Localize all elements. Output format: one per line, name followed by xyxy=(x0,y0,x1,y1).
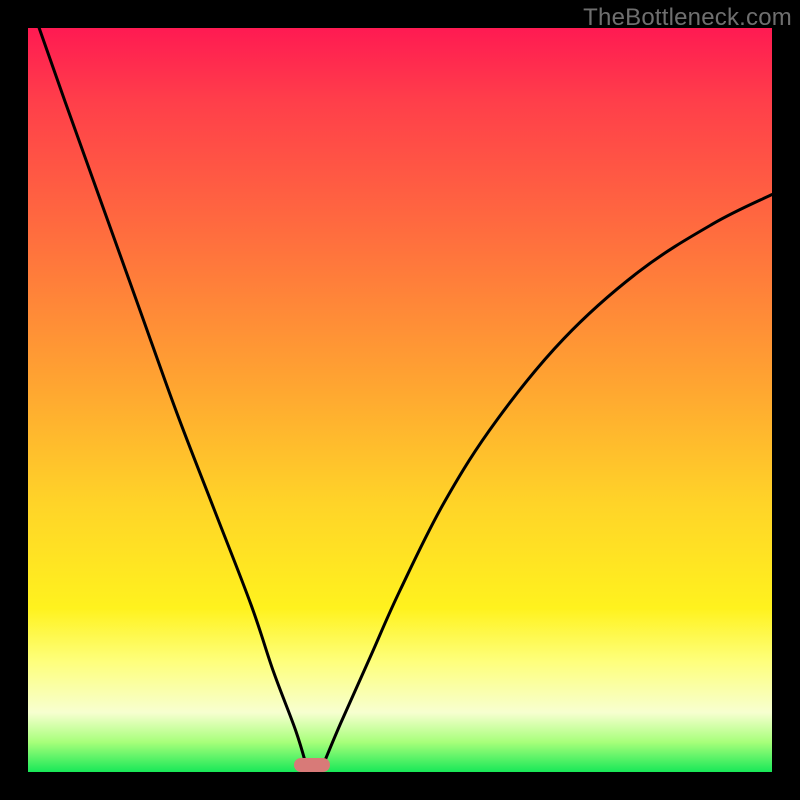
curve-layer xyxy=(28,28,772,772)
plot-area xyxy=(28,28,772,772)
curve-right-branch xyxy=(322,195,772,769)
minimum-marker xyxy=(294,758,330,772)
chart-frame: TheBottleneck.com xyxy=(0,0,800,800)
curve-left-branch xyxy=(39,28,307,768)
